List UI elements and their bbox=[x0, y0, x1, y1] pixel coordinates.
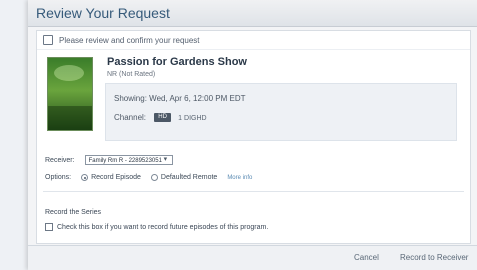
more-info-link[interactable]: More info bbox=[227, 175, 252, 181]
series-title: Record the Series bbox=[45, 209, 102, 216]
receiver-row: Receiver: Family Rm R - 2289523051 ▾ bbox=[45, 155, 173, 165]
program-rating: NR (Not Rated) bbox=[107, 71, 156, 78]
checklist-icon bbox=[43, 35, 53, 45]
receiver-select[interactable]: Family Rm R - 2289523051 ▾ bbox=[84, 155, 173, 165]
showing-value: Wed, Apr 6, 12:00 PM EDT bbox=[149, 94, 246, 103]
record-episode-radio[interactable] bbox=[81, 174, 89, 181]
review-request-dialog: Review Your Request Please review and co… bbox=[28, 0, 477, 270]
record-episode-label: Record Episode bbox=[91, 174, 141, 181]
showing-row: Showing: Wed, Apr 6, 12:00 PM EDT bbox=[114, 94, 246, 103]
review-notice: Please review and confirm your request bbox=[37, 31, 470, 50]
section-divider bbox=[43, 191, 464, 192]
channel-label: Channel: bbox=[114, 113, 147, 122]
record-series-label: Check this box if you want to record fut… bbox=[57, 223, 269, 231]
program-poster bbox=[47, 57, 93, 131]
cancel-button[interactable]: Cancel bbox=[354, 253, 379, 262]
options-row: Options: Record Episode Defaulted Remote… bbox=[45, 174, 252, 181]
program-details-box: Showing: Wed, Apr 6, 12:00 PM EDT Channe… bbox=[105, 83, 457, 141]
dialog-footer: Cancel Record to Receiver bbox=[28, 245, 477, 270]
defaulted-remote-label: Defaulted Remote bbox=[160, 174, 218, 181]
channel-number: 1 DIGHD bbox=[178, 115, 207, 122]
record-to-receiver-button[interactable]: Record to Receiver bbox=[400, 253, 468, 262]
receiver-selected-value: Family Rm R - 2289523051 bbox=[88, 158, 162, 164]
defaulted-remote-radio[interactable] bbox=[150, 174, 158, 181]
review-notice-text: Please review and confirm your request bbox=[59, 35, 200, 45]
chevron-down-icon: ▾ bbox=[163, 156, 168, 163]
dialog-title: Review Your Request bbox=[36, 5, 170, 21]
dialog-titlebar: Review Your Request bbox=[28, 0, 477, 27]
receiver-label: Receiver: bbox=[45, 156, 75, 164]
program-panel: Passion for Gardens Show NR (Not Rated) … bbox=[45, 53, 465, 163]
dialog-content: Please review and confirm your request P… bbox=[36, 30, 471, 244]
program-title: Passion for Gardens Show bbox=[107, 56, 247, 68]
options-label: Options: bbox=[45, 174, 72, 181]
series-checkbox-row: Check this box if you want to record fut… bbox=[45, 223, 268, 231]
channel-row: Channel: HD 1 DIGHD bbox=[114, 113, 207, 123]
record-series-checkbox[interactable] bbox=[45, 223, 53, 231]
channel-badge: HD bbox=[154, 113, 171, 123]
showing-label: Showing: bbox=[114, 94, 147, 103]
